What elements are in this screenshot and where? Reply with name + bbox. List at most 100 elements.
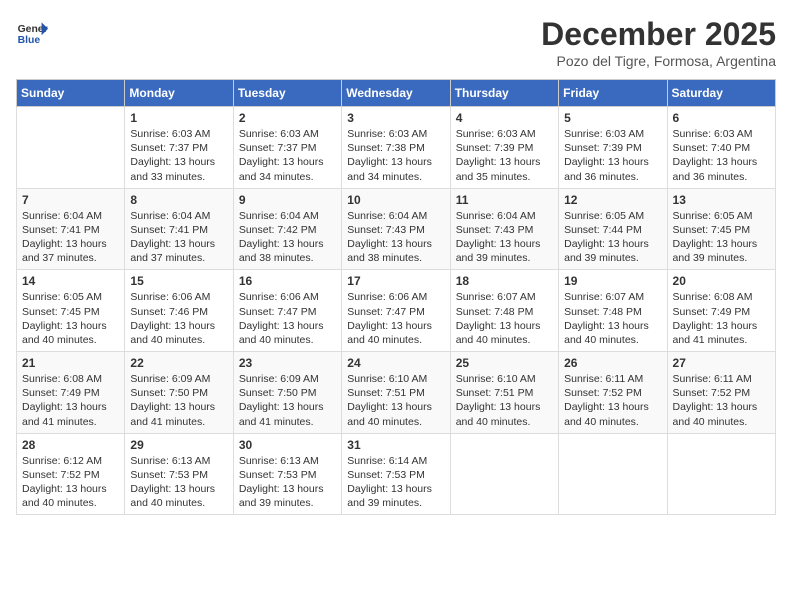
day-info: Sunrise: 6:04 AMSunset: 7:43 PMDaylight:…: [456, 209, 553, 266]
day-number: 22: [130, 356, 227, 370]
calendar-cell: 10Sunrise: 6:04 AMSunset: 7:43 PMDayligh…: [342, 188, 450, 270]
day-info: Sunrise: 6:06 AMSunset: 7:47 PMDaylight:…: [239, 290, 336, 347]
calendar-cell: 5 Sunrise: 6:03 AMSunset: 7:39 PMDaylight…: [559, 107, 667, 189]
day-number: 28: [22, 438, 119, 452]
day-number: 23: [239, 356, 336, 370]
page-header: General Blue December 2025 Pozo del Tigr…: [16, 16, 776, 69]
calendar-cell: 21 Sunrise: 6:08 AMSunset: 7:49 PMDayligh…: [17, 352, 125, 434]
day-info: Sunrise: 6:06 AMSunset: 7:47 PMDaylight:…: [347, 290, 444, 347]
day-info: Sunrise: 6:03 AMSunset: 7:38 PMDaylight:…: [347, 127, 444, 184]
day-info: Sunrise: 6:06 AMSunset: 7:46 PMDaylight:…: [130, 290, 227, 347]
calendar-cell: 30 Sunrise: 6:13 AMSunset: 7:53 PMDayligh…: [233, 433, 341, 515]
day-info: Sunrise: 6:11 AMSunset: 7:52 PMDaylight:…: [673, 372, 770, 429]
day-number: 25: [456, 356, 553, 370]
day-number: 13: [673, 193, 770, 207]
calendar-cell: 12 Sunrise: 6:05 AMSunset: 7:44 PMDayligh…: [559, 188, 667, 270]
day-info: Sunrise: 6:03 AMSunset: 7:39 PMDaylight:…: [456, 127, 553, 184]
calendar-cell: 6 Sunrise: 6:03 AMSunset: 7:40 PMDaylight…: [667, 107, 775, 189]
day-number: 14: [22, 274, 119, 288]
calendar-cell: 17 Sunrise: 6:06 AMSunset: 7:47 PMDayligh…: [342, 270, 450, 352]
day-info: Sunrise: 6:07 AMSunset: 7:48 PMDaylight:…: [456, 290, 553, 347]
day-info: Sunrise: 6:10 AMSunset: 7:51 PMDaylight:…: [347, 372, 444, 429]
day-info: Sunrise: 6:08 AMSunset: 7:49 PMDaylight:…: [22, 372, 119, 429]
day-info: Sunrise: 6:13 AMSunset: 7:53 PMDaylight:…: [130, 454, 227, 511]
day-number: 19: [564, 274, 661, 288]
day-number: 30: [239, 438, 336, 452]
day-number: 29: [130, 438, 227, 452]
calendar-cell: 4 Sunrise: 6:03 AMSunset: 7:39 PMDaylight…: [450, 107, 558, 189]
day-number: 16: [239, 274, 336, 288]
day-info: Sunrise: 6:14 AMSunset: 7:53 PMDaylight:…: [347, 454, 444, 511]
calendar-cell: [559, 433, 667, 515]
day-number: 10: [347, 193, 444, 207]
calendar-cell: 3 Sunrise: 6:03 AMSunset: 7:38 PMDaylight…: [342, 107, 450, 189]
day-info: Sunrise: 6:03 AMSunset: 7:37 PMDaylight:…: [239, 127, 336, 184]
day-info: Sunrise: 6:03 AMSunset: 7:40 PMDaylight:…: [673, 127, 770, 184]
col-header-wednesday: Wednesday: [342, 80, 450, 107]
col-header-friday: Friday: [559, 80, 667, 107]
calendar-table: SundayMondayTuesdayWednesdayThursdayFrid…: [16, 79, 776, 515]
calendar-cell: 7Sunrise: 6:04 AMSunset: 7:41 PMDaylight…: [17, 188, 125, 270]
calendar-cell: 23 Sunrise: 6:09 AMSunset: 7:50 PMDayligh…: [233, 352, 341, 434]
day-info: Sunrise: 6:05 AMSunset: 7:45 PMDaylight:…: [22, 290, 119, 347]
calendar-cell: 24 Sunrise: 6:10 AMSunset: 7:51 PMDayligh…: [342, 352, 450, 434]
calendar-cell: 29 Sunrise: 6:13 AMSunset: 7:53 PMDayligh…: [125, 433, 233, 515]
day-number: 27: [673, 356, 770, 370]
location: Pozo del Tigre, Formosa, Argentina: [541, 53, 776, 69]
day-number: 3: [347, 111, 444, 125]
day-info: Sunrise: 6:05 AMSunset: 7:44 PMDaylight:…: [564, 209, 661, 266]
day-info: Sunrise: 6:03 AMSunset: 7:39 PMDaylight:…: [564, 127, 661, 184]
calendar-cell: 14 Sunrise: 6:05 AMSunset: 7:45 PMDayligh…: [17, 270, 125, 352]
day-info: Sunrise: 6:04 AMSunset: 7:42 PMDaylight:…: [239, 209, 336, 266]
calendar-cell: 26Sunrise: 6:11 AMSunset: 7:52 PMDayligh…: [559, 352, 667, 434]
calendar-cell: 13 Sunrise: 6:05 AMSunset: 7:45 PMDayligh…: [667, 188, 775, 270]
day-number: 15: [130, 274, 227, 288]
day-info: Sunrise: 6:03 AMSunset: 7:37 PMDaylight:…: [130, 127, 227, 184]
day-number: 24: [347, 356, 444, 370]
col-header-saturday: Saturday: [667, 80, 775, 107]
calendar-cell: 22 Sunrise: 6:09 AMSunset: 7:50 PMDayligh…: [125, 352, 233, 434]
col-header-thursday: Thursday: [450, 80, 558, 107]
day-info: Sunrise: 6:04 AMSunset: 7:41 PMDaylight:…: [130, 209, 227, 266]
day-info: Sunrise: 6:05 AMSunset: 7:45 PMDaylight:…: [673, 209, 770, 266]
svg-text:Blue: Blue: [18, 35, 41, 46]
col-header-monday: Monday: [125, 80, 233, 107]
title-area: December 2025 Pozo del Tigre, Formosa, A…: [541, 16, 776, 69]
calendar-cell: 28 Sunrise: 6:12 AMSunset: 7:52 PMDayligh…: [17, 433, 125, 515]
day-number: 8: [130, 193, 227, 207]
calendar-cell: 20Sunrise: 6:08 AMSunset: 7:49 PMDayligh…: [667, 270, 775, 352]
calendar-cell: 19 Sunrise: 6:07 AMSunset: 7:48 PMDayligh…: [559, 270, 667, 352]
calendar-cell: 11 Sunrise: 6:04 AMSunset: 7:43 PMDayligh…: [450, 188, 558, 270]
day-info: Sunrise: 6:09 AMSunset: 7:50 PMDaylight:…: [239, 372, 336, 429]
calendar-cell: 18 Sunrise: 6:07 AMSunset: 7:48 PMDayligh…: [450, 270, 558, 352]
day-number: 9: [239, 193, 336, 207]
day-info: Sunrise: 6:12 AMSunset: 7:52 PMDaylight:…: [22, 454, 119, 511]
calendar-cell: 31 Sunrise: 6:14 AMSunset: 7:53 PMDayligh…: [342, 433, 450, 515]
day-number: 5: [564, 111, 661, 125]
calendar-cell: 1Sunrise: 6:03 AMSunset: 7:37 PMDaylight…: [125, 107, 233, 189]
day-info: Sunrise: 6:09 AMSunset: 7:50 PMDaylight:…: [130, 372, 227, 429]
day-number: 12: [564, 193, 661, 207]
day-number: 31: [347, 438, 444, 452]
day-number: 26: [564, 356, 661, 370]
calendar-cell: 25 Sunrise: 6:10 AMSunset: 7:51 PMDayligh…: [450, 352, 558, 434]
day-info: Sunrise: 6:04 AMSunset: 7:41 PMDaylight:…: [22, 209, 119, 266]
calendar-cell: 16 Sunrise: 6:06 AMSunset: 7:47 PMDayligh…: [233, 270, 341, 352]
month-title: December 2025: [541, 16, 776, 53]
logo: General Blue: [16, 16, 48, 48]
col-header-tuesday: Tuesday: [233, 80, 341, 107]
day-info: Sunrise: 6:13 AMSunset: 7:53 PMDaylight:…: [239, 454, 336, 511]
day-number: 4: [456, 111, 553, 125]
calendar-cell: 9 Sunrise: 6:04 AMSunset: 7:42 PMDaylight…: [233, 188, 341, 270]
day-number: 17: [347, 274, 444, 288]
day-info: Sunrise: 6:07 AMSunset: 7:48 PMDaylight:…: [564, 290, 661, 347]
day-number: 11: [456, 193, 553, 207]
day-info: Sunrise: 6:10 AMSunset: 7:51 PMDaylight:…: [456, 372, 553, 429]
day-number: 6: [673, 111, 770, 125]
calendar-cell: [450, 433, 558, 515]
day-number: 21: [22, 356, 119, 370]
calendar-cell: 2Sunrise: 6:03 AMSunset: 7:37 PMDaylight…: [233, 107, 341, 189]
calendar-cell: 27 Sunrise: 6:11 AMSunset: 7:52 PMDayligh…: [667, 352, 775, 434]
day-info: Sunrise: 6:08 AMSunset: 7:49 PMDaylight:…: [673, 290, 770, 347]
day-number: 18: [456, 274, 553, 288]
